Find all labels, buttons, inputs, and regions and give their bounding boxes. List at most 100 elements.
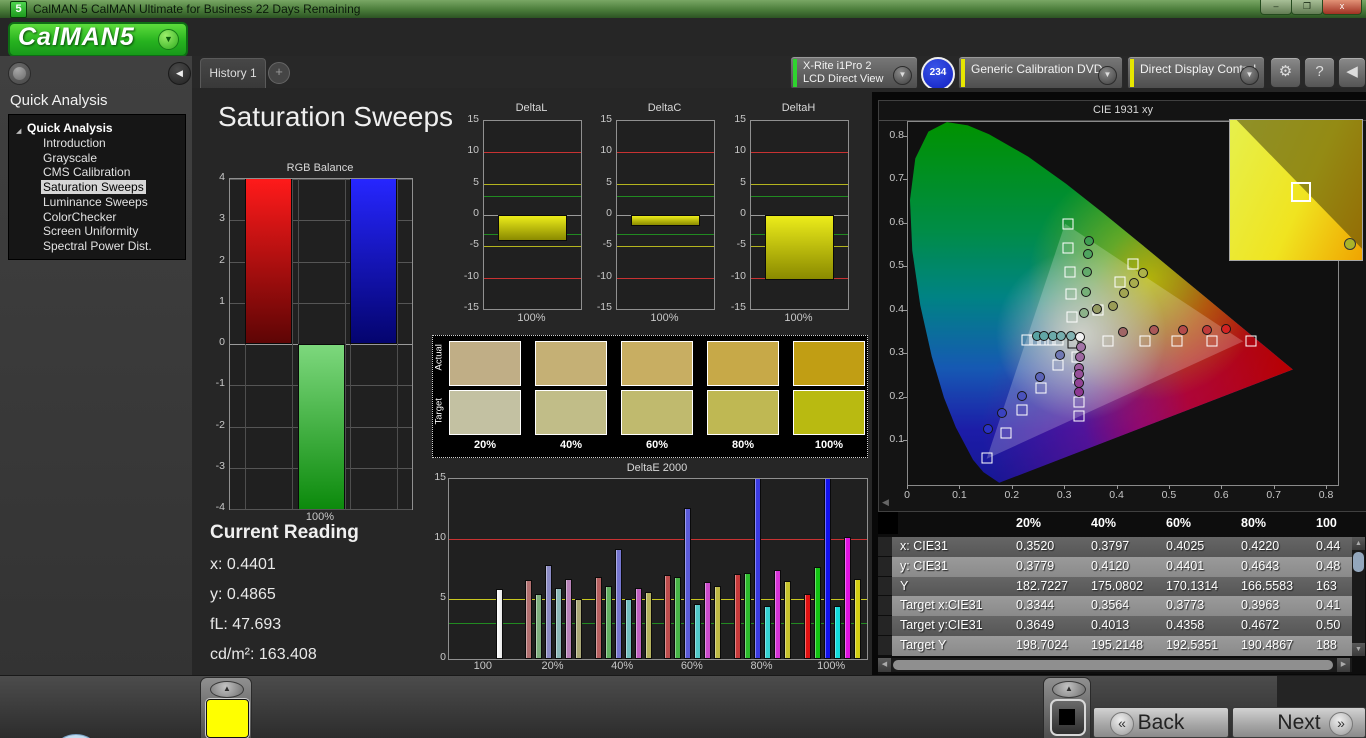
scroll-right-icon[interactable]: ▶	[1337, 658, 1350, 672]
swatch-target-60%	[621, 390, 693, 435]
close-button[interactable]: x	[1322, 0, 1362, 15]
y-tick-label: 5	[606, 175, 612, 188]
display-control-dropdown[interactable]: Direct Display Control ▼	[1127, 56, 1265, 90]
settings-gear-icon[interactable]: ⚙	[1270, 57, 1301, 88]
y-tick-label: -5	[602, 238, 612, 251]
group-label: 80%	[750, 660, 773, 672]
y-tick-label: -1	[215, 377, 225, 390]
measurement-count-badge: 234	[921, 57, 955, 91]
table-cell: 0.4025	[1166, 539, 1205, 553]
target-marker	[1171, 335, 1183, 347]
horizontal-scrollbar[interactable]: ◀ ▶	[878, 658, 1352, 672]
add-tab-button[interactable]: +	[268, 62, 290, 84]
deltae-bar	[594, 577, 602, 659]
sidebar-item-saturation-sweeps[interactable]: Saturation Sweeps	[9, 180, 185, 195]
deltae-bar	[545, 565, 552, 659]
y-tick-label: -10	[730, 269, 746, 282]
delta-c-plot	[616, 120, 715, 310]
next-chevron-icon: »	[1329, 712, 1353, 736]
row-label: Target Y	[900, 638, 947, 652]
chevron-down-icon[interactable]: ▼	[893, 66, 912, 85]
scrollbar-thumb[interactable]	[1353, 552, 1364, 572]
sidebar-item-label: ColorChecker	[43, 209, 117, 224]
y-tick-label: 5	[740, 175, 746, 188]
column-header: 40%	[1091, 516, 1117, 530]
scrollbar-thumb[interactable]	[893, 660, 1333, 670]
row-label-target: Target	[433, 398, 445, 425]
logo-dropdown-icon[interactable]: ▼	[158, 29, 179, 50]
tab-history-1[interactable]: History 1	[200, 58, 266, 89]
tree-expander-icon[interactable]: ◢	[16, 124, 21, 139]
chart-title: DeltaE 2000	[626, 462, 688, 474]
target-marker	[1073, 410, 1085, 422]
sidebar-item-cms-calibration[interactable]: CMS Calibration	[9, 165, 185, 180]
table-cell: 0.50	[1316, 618, 1341, 633]
swatch-target-20%	[449, 390, 521, 435]
vertical-scrollbar[interactable]: ▲ ▼	[1352, 537, 1365, 656]
sidebar-collapse-icon[interactable]: ◀	[168, 62, 191, 85]
table-cell: 0.3797	[1091, 539, 1130, 553]
swatch-comparison-panel: Actual Target 20% 40% 60% 80% 100%	[432, 335, 868, 458]
target-marker	[1000, 427, 1012, 439]
table-cell: 0.4220	[1241, 539, 1280, 553]
table-row: Target Y 198.7024 195.2148 192.5351 190.4867…	[892, 636, 1352, 656]
read-target-button[interactable]	[1050, 699, 1086, 736]
meter-dropdown[interactable]: X-Rite i1Pro 2 LCD Direct View ▼	[790, 56, 918, 90]
gridline	[230, 509, 412, 510]
deltae-bar	[664, 575, 672, 659]
target-marker	[1052, 359, 1064, 371]
next-button[interactable]: Next »	[1232, 707, 1366, 738]
swatch-actual-20%	[449, 341, 521, 386]
next-button-label: Next	[1277, 711, 1321, 734]
help-icon[interactable]: ?	[1304, 57, 1335, 88]
sidebar-item-luminance-sweeps[interactable]: Luminance Sweeps	[9, 195, 185, 210]
expand-up-icon[interactable]: ▲	[1052, 681, 1086, 698]
delta-l-chart: DeltaL 15 10 5 0 -5 -10 -15 100%	[455, 100, 585, 335]
y-tick-label: 10	[734, 144, 746, 157]
scroll-down-icon[interactable]: ▼	[1352, 643, 1365, 656]
scroll-up-icon[interactable]: ▲	[1352, 537, 1365, 550]
deltae-bar	[634, 588, 642, 659]
calman-logo-text: CalMAN5	[18, 23, 135, 51]
table-cell: 0.4358	[1166, 618, 1205, 633]
target-marker	[1127, 258, 1139, 270]
workflow-dropdown[interactable]: Generic Calibration DVD ▼	[958, 56, 1123, 90]
y-tick-label: 15	[467, 113, 479, 125]
sidebar-item-spectral-power-dist-[interactable]: Spectral Power Dist.	[9, 239, 185, 254]
back-button-label: Back	[1137, 711, 1185, 734]
sidebar-item-grayscale[interactable]: Grayscale	[9, 151, 185, 166]
calman-logo-button[interactable]: CalMAN5 ▼	[8, 22, 188, 57]
current-reading-cdm: cd/m²: 163.408	[210, 646, 317, 663]
table-cell: 0.41	[1316, 598, 1341, 613]
deltae-bar	[754, 479, 761, 659]
y-tick-label: -15	[596, 301, 612, 313]
minimize-button[interactable]: –	[1260, 0, 1292, 15]
chevron-down-icon[interactable]: ▼	[1098, 66, 1117, 85]
deltae-bar	[674, 577, 682, 659]
y-tick-label: 0	[740, 207, 746, 219]
collapse-panel-icon[interactable]: ◀	[1338, 57, 1366, 88]
sidebar-item-screen-uniformity[interactable]: Screen Uniformity	[9, 224, 185, 239]
sidebar-item-introduction[interactable]: Introduction	[9, 136, 185, 151]
back-button[interactable]: « Back	[1093, 707, 1229, 738]
rgb-bar-blue	[350, 179, 398, 344]
scroll-left-icon[interactable]: ◀	[878, 658, 891, 672]
x-tick-label: 0.8	[1318, 489, 1334, 501]
sidebar-item-label: Screen Uniformity	[43, 224, 139, 239]
chevron-down-icon[interactable]: ▼	[1240, 66, 1259, 85]
expand-up-icon[interactable]: ▲	[210, 681, 244, 698]
y-tick-label: 5	[473, 175, 479, 188]
sidebar-item-colorchecker[interactable]: ColorChecker	[9, 210, 185, 225]
group-label: 60%	[680, 660, 703, 672]
group-label: 100%	[817, 660, 846, 672]
tree-root[interactable]: ◢ Quick Analysis	[9, 121, 185, 136]
restore-button[interactable]: ❐	[1291, 0, 1323, 15]
row-header-cell	[878, 556, 892, 577]
deltae-bar	[784, 581, 791, 659]
sidebar-sphere-button[interactable]	[8, 62, 31, 85]
column-header: 80%	[1241, 516, 1267, 530]
scroll-left-icon[interactable]: ◀	[882, 497, 889, 508]
target-marker	[1062, 242, 1074, 254]
deltae-bar	[496, 589, 504, 659]
y-tick-label: -15	[463, 301, 479, 313]
